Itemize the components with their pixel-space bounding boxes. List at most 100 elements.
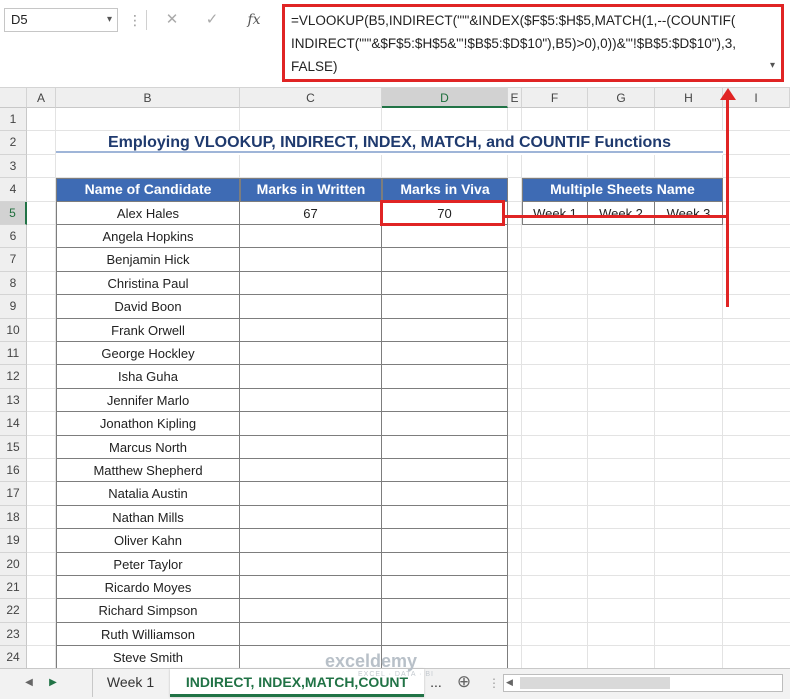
candidate-name-cell[interactable]: Matthew Shepherd [56,459,240,483]
add-sheet-icon[interactable]: ⊕ [452,669,476,697]
row-header-23[interactable]: 23 [0,622,27,647]
row-header-1[interactable]: 1 [0,108,27,132]
row-header-7[interactable]: 7 [0,248,27,272]
marks-viva-cell[interactable] [382,622,508,647]
cancel-icon[interactable]: ✕ [160,8,184,32]
marks-written-cell[interactable] [240,248,382,272]
marks-viva-cell[interactable] [382,599,508,623]
marks-written-cell[interactable] [240,459,382,483]
row-header-22[interactable]: 22 [0,599,27,623]
scrollbar-thumb[interactable] [520,677,670,689]
candidate-name-cell[interactable]: Ricardo Moyes [56,576,240,600]
marks-written-cell[interactable] [240,412,382,436]
sheet-name-cell[interactable]: Week 1 [522,201,588,225]
candidate-name-cell[interactable]: Natalia Austin [56,482,240,506]
row-header-2[interactable]: 2 [0,131,27,155]
marks-written-cell[interactable] [240,576,382,600]
marks-written-cell[interactable] [240,435,382,459]
marks-written-cell[interactable]: 67 [240,201,382,225]
marks-viva-cell[interactable] [382,248,508,272]
row-header-8[interactable]: 8 [0,271,27,296]
candidate-name-cell[interactable]: Isha Guha [56,365,240,389]
candidate-name-cell[interactable]: Marcus North [56,435,240,459]
row-header-24[interactable]: 24 [0,646,27,670]
column-header-d[interactable]: D [382,88,508,108]
column-header-c[interactable]: C [240,88,382,108]
marks-viva-cell[interactable] [382,505,508,530]
name-box[interactable]: D5 ▾ [4,8,118,32]
marks-written-cell[interactable] [240,599,382,623]
formula-input[interactable]: =VLOOKUP(B5,INDIRECT("'"&INDEX($F$5:$H$5… [282,4,784,82]
row-header-11[interactable]: 11 [0,342,27,366]
marks-written-cell[interactable] [240,622,382,647]
marks-written-cell[interactable] [240,388,382,413]
marks-written-cell[interactable] [240,365,382,389]
marks-written-cell[interactable] [240,505,382,530]
marks-viva-cell[interactable] [382,388,508,413]
insert-function-icon[interactable]: fx [242,8,266,32]
row-header-10[interactable]: 10 [0,318,27,342]
row-header-21[interactable]: 21 [0,576,27,600]
row-header-4[interactable]: 4 [0,178,27,202]
row-header-20[interactable]: 20 [0,552,27,576]
marks-viva-cell[interactable] [382,225,508,249]
marks-written-cell[interactable] [240,225,382,249]
row-header-3[interactable]: 3 [0,154,27,179]
header-multiple-sheets-name[interactable]: Multiple Sheets Name [522,178,723,202]
marks-written-cell[interactable] [240,342,382,366]
sheet-name-cell[interactable]: Week 2 [588,201,655,225]
header-name-of-candidate[interactable]: Name of Candidate [56,178,240,202]
marks-viva-cell[interactable] [382,482,508,506]
marks-written-cell[interactable] [240,482,382,506]
row-header-6[interactable]: 6 [0,225,27,249]
candidate-name-cell[interactable]: Peter Taylor [56,552,240,576]
marks-viva-cell[interactable] [382,529,508,553]
candidate-name-cell[interactable]: Jonathon Kipling [56,412,240,436]
marks-viva-cell[interactable] [382,552,508,576]
candidate-name-cell[interactable]: Jennifer Marlo [56,388,240,413]
marks-written-cell[interactable] [240,271,382,296]
column-header-a[interactable]: A [27,88,56,108]
splitter-handle-icon[interactable]: ⋮ [488,676,500,690]
candidate-name-cell[interactable]: Nathan Mills [56,505,240,530]
marks-viva-cell[interactable] [382,295,508,319]
candidate-name-cell[interactable]: Richard Simpson [56,599,240,623]
candidate-name-cell[interactable]: Benjamin Hick [56,248,240,272]
sheet-name-cell[interactable]: Week 3 [655,201,723,225]
candidate-name-cell[interactable]: David Boon [56,295,240,319]
column-header-h[interactable]: H [655,88,723,108]
row-header-19[interactable]: 19 [0,529,27,553]
candidate-name-cell[interactable]: Alex Hales [56,201,240,225]
worksheet-grid[interactable]: A B C D E F G H I 1 2 3 4 5 6 7 8 9 10 11 12 13 14 15 16 17 18 19 20… [0,88,790,670]
marks-written-cell[interactable] [240,552,382,576]
tab-prev-icon[interactable]: ◀ [22,675,36,691]
row-header-18[interactable]: 18 [0,505,27,530]
marks-viva-cell[interactable] [382,459,508,483]
marks-viva-cell[interactable] [382,318,508,342]
collapse-formula-bar-icon[interactable]: ▾ [770,60,775,71]
marks-viva-cell[interactable] [382,435,508,459]
horizontal-scrollbar[interactable]: ◀ [503,674,783,692]
header-marks-in-viva[interactable]: Marks in Viva [382,178,508,202]
column-header-e[interactable]: E [508,88,522,108]
row-header-15[interactable]: 15 [0,435,27,459]
candidate-name-cell[interactable]: Steve Smith [56,646,240,670]
chevron-down-icon[interactable]: ▾ [107,9,112,31]
marks-viva-cell[interactable] [382,342,508,366]
select-all-corner[interactable] [0,88,27,108]
row-header-12[interactable]: 12 [0,365,27,389]
row-header-16[interactable]: 16 [0,459,27,483]
row-header-9[interactable]: 9 [0,295,27,319]
scroll-left-icon[interactable]: ◀ [506,677,513,688]
row-header-5[interactable]: 5 [0,201,27,225]
column-header-f[interactable]: F [522,88,588,108]
header-marks-in-written[interactable]: Marks in Written [240,178,382,202]
row-header-17[interactable]: 17 [0,482,27,506]
tab-next-icon[interactable]: ▶ [46,675,60,691]
candidate-name-cell[interactable]: Oliver Kahn [56,529,240,553]
column-header-b[interactable]: B [56,88,240,108]
marks-viva-cell[interactable] [382,576,508,600]
candidate-name-cell[interactable]: Christina Paul [56,271,240,296]
row-header-14[interactable]: 14 [0,412,27,436]
candidate-name-cell[interactable]: Frank Orwell [56,318,240,342]
